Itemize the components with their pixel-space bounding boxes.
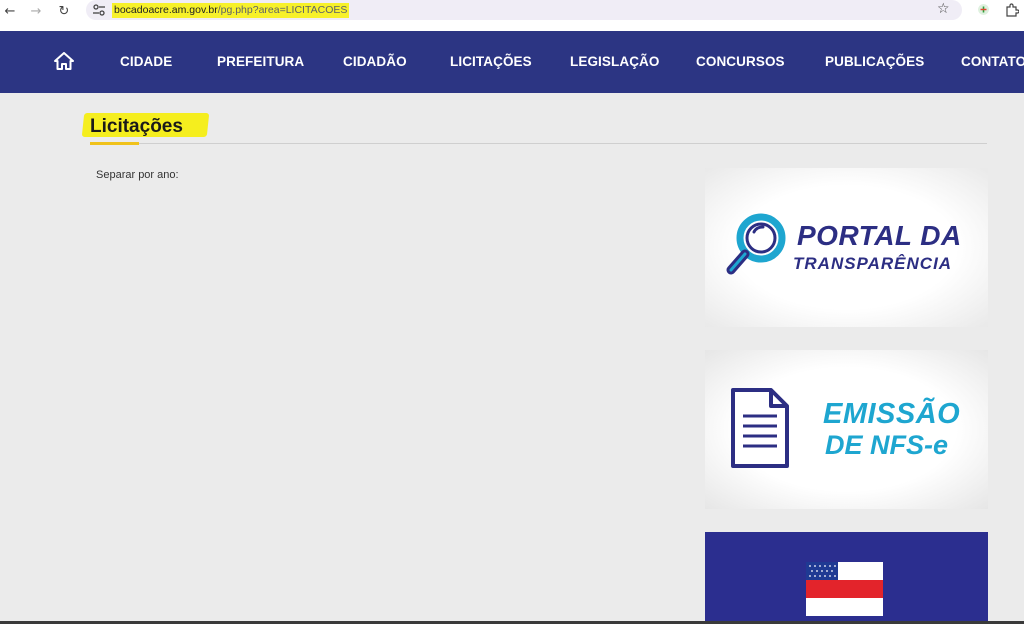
extension-plus-icon[interactable] bbox=[978, 4, 989, 15]
nav-item-concursos[interactable]: CONCURSOS bbox=[696, 31, 785, 93]
nav-item-cidadao[interactable]: CIDADÃO bbox=[343, 31, 407, 93]
url-path: /pg.php?area=LICITACOES bbox=[217, 4, 348, 16]
nfse-line2: DE NFS-e bbox=[825, 430, 949, 460]
magnifier-icon bbox=[726, 213, 786, 275]
document-icon bbox=[731, 388, 789, 468]
nav-item-contato[interactable]: CONTATO bbox=[961, 31, 1024, 93]
extensions-puzzle-icon[interactable] bbox=[1005, 3, 1019, 17]
back-icon[interactable]: ← bbox=[0, 3, 20, 21]
nfse-banner[interactable]: EMISSÃO DE NFS-e bbox=[705, 350, 988, 509]
nav-item-licitacoes[interactable]: LICITAÇÕES bbox=[450, 31, 532, 93]
portal-line1: PORTAL DA bbox=[797, 220, 962, 251]
title-divider bbox=[90, 112, 987, 144]
portal-transparencia-banner[interactable]: PORTAL DA TRANSPARÊNCIA bbox=[705, 168, 988, 327]
site-settings-icon[interactable] bbox=[92, 4, 106, 16]
year-filter-label: Separar por ano: bbox=[96, 169, 179, 181]
nav-item-cidade[interactable]: CIDADE bbox=[120, 31, 172, 93]
bookmark-star-icon[interactable]: ☆ bbox=[937, 1, 950, 17]
reload-icon[interactable]: ↻ bbox=[54, 3, 74, 21]
nav-item-legislacao[interactable]: LEGISLAÇÃO bbox=[570, 31, 660, 93]
amazonas-flag-icon bbox=[806, 562, 883, 616]
main-navigation: CIDADE PREFEITURA CIDADÃO LICITAÇÕES LEG… bbox=[0, 31, 1024, 93]
nav-item-prefeitura[interactable]: PREFEITURA bbox=[217, 31, 304, 93]
nav-item-publicacoes[interactable]: PUBLICAÇÕES bbox=[825, 31, 924, 93]
portal-line2: TRANSPARÊNCIA bbox=[793, 254, 953, 273]
nfse-line1: EMISSÃO bbox=[823, 398, 961, 430]
page-title: Licitações bbox=[90, 116, 183, 137]
browser-toolbar: ← → ↻ bocadoacre.am.gov.br/pg.php?area=L… bbox=[0, 0, 1024, 31]
url-domain: bocadoacre.am.gov.br bbox=[114, 4, 218, 16]
amazonas-banner[interactable] bbox=[705, 532, 988, 624]
url-text[interactable]: bocadoacre.am.gov.br/pg.php?area=LICITAC… bbox=[112, 3, 350, 18]
home-icon[interactable] bbox=[54, 52, 74, 70]
title-underline bbox=[90, 142, 139, 145]
forward-icon[interactable]: → bbox=[26, 3, 46, 21]
